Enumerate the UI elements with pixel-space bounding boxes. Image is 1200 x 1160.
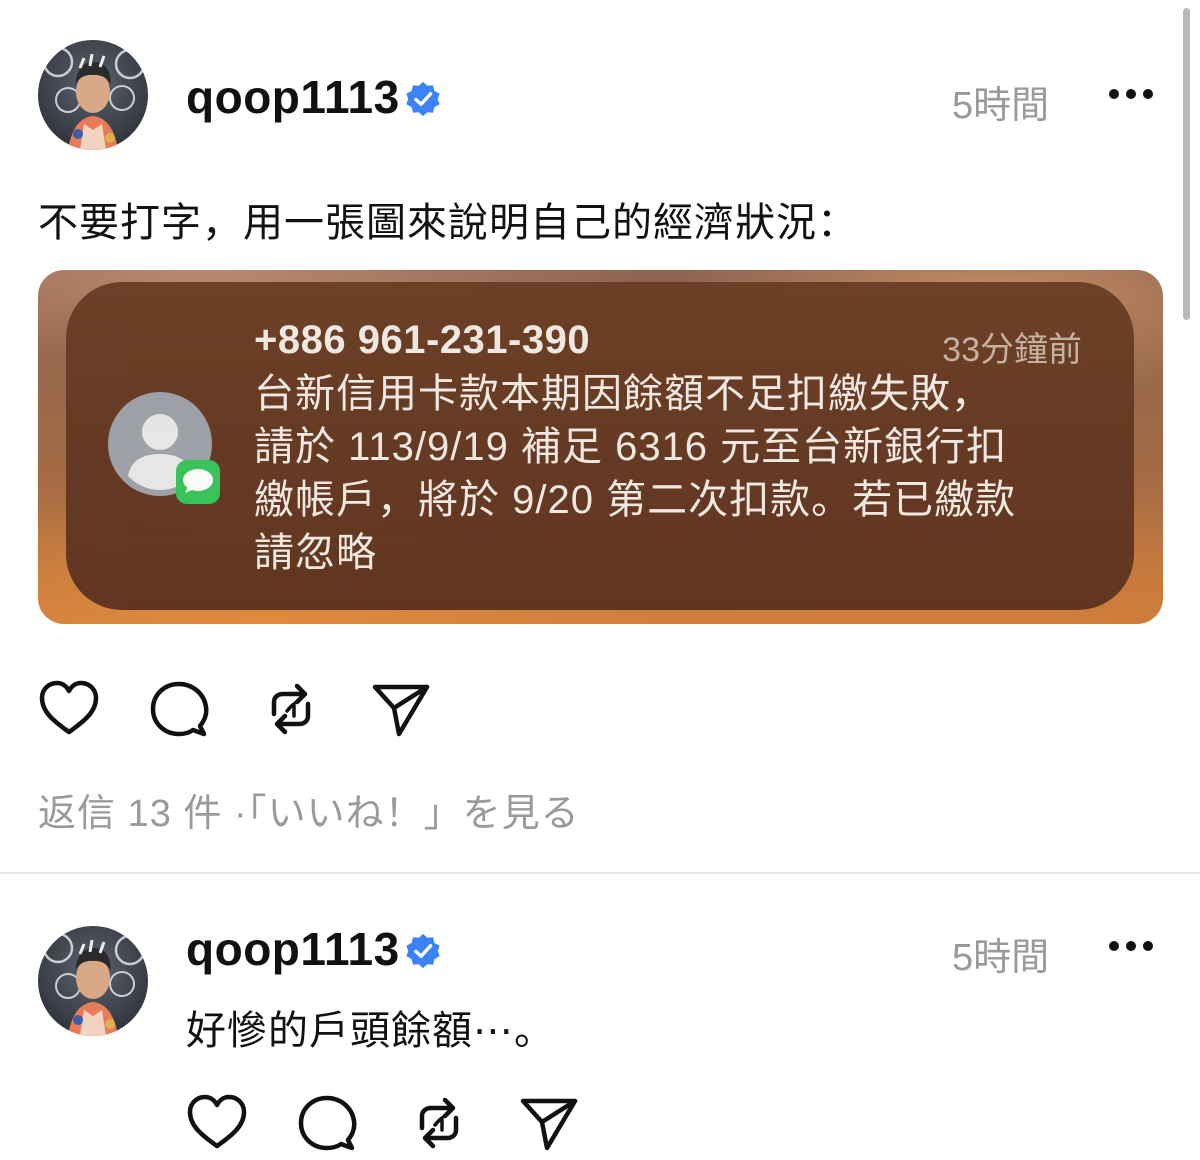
message-line: 請於 113/9/19 補足 6316 元至台新銀行扣 [254,425,1008,469]
user-avatar[interactable] [38,40,148,150]
action-bar [38,678,438,742]
notification-sender: +886 961-231-390 [254,318,591,362]
share-button[interactable] [518,1092,580,1154]
send-icon [372,684,430,737]
username[interactable]: qoop1113 [186,70,400,124]
comment-icon [150,681,209,737]
post-text: 好慘的戶頭餘額⋯。 [186,1009,555,1053]
contact-avatar-icon [108,392,220,504]
verified-badge-icon [406,933,440,969]
like-button[interactable] [38,678,100,740]
share-button[interactable] [370,678,432,740]
like-button[interactable] [186,1092,248,1154]
user-avatar[interactable] [38,926,148,1036]
post-divider [0,872,1200,874]
heart-icon [39,680,99,735]
heart-icon [187,1094,247,1149]
repost-button[interactable] [260,678,322,740]
avatar-image [42,932,146,1036]
reply-button[interactable] [148,678,210,740]
scrollbar[interactable] [1183,8,1190,320]
post-time: 5時間 [952,85,1050,127]
reply-button[interactable] [296,1092,358,1154]
verified-badge-icon [406,81,440,117]
action-bar [186,1092,586,1156]
notification-message: 台新信用卡款本期因餘額不足扣繳失敗， 請於 113/9/19 補足 6316 元… [254,368,1094,580]
more-icon[interactable] [1108,940,1154,952]
send-icon [520,1098,578,1151]
threads-feed: qoop1113 5時間 不要打字，用一張圖來說明自己的經濟狀況： +886 9… [0,0,1200,1160]
repost-icon [271,683,311,735]
username[interactable]: qoop1113 [186,922,400,976]
more-icon[interactable] [1108,88,1154,100]
post-image[interactable]: +886 961-231-390 33分鐘前 台新信用卡款本期因餘額不足扣繳失敗… [38,270,1163,624]
repost-icon [419,1097,459,1149]
replies-likes-link[interactable]: 返信 13 件 ·「いいね！」を見る [38,782,580,837]
comment-icon [298,1095,357,1151]
repost-button[interactable] [408,1092,470,1154]
notification-time: 33分鐘前 [942,331,1082,369]
post-time: 5時間 [952,937,1050,979]
message-line: 台新信用卡款本期因餘額不足扣繳失敗， [254,372,992,416]
sms-notification: +886 961-231-390 33分鐘前 台新信用卡款本期因餘額不足扣繳失敗… [66,282,1134,610]
message-line: 請忽略 [254,531,377,575]
avatar-image [42,46,146,150]
message-line: 繳帳戶，將於 9/20 第二次扣款。若已繳款 [254,478,1017,522]
post-text: 不要打字，用一張圖來說明自己的經濟狀況： [38,201,858,245]
